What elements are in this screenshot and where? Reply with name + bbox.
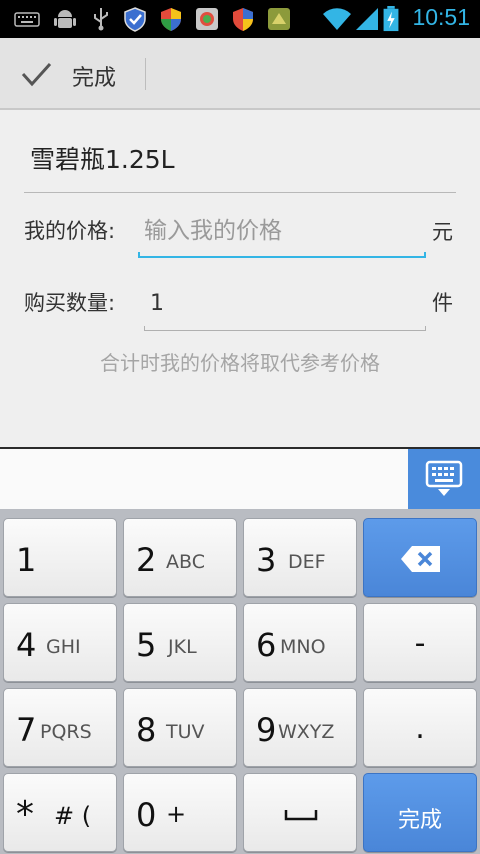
wifi-icon bbox=[323, 8, 351, 30]
key-6[interactable]: 6 MNO bbox=[243, 603, 357, 682]
key-7[interactable]: 7 PQRS bbox=[3, 688, 117, 767]
battery-charging-icon bbox=[383, 6, 399, 32]
price-unit: 元 bbox=[432, 220, 453, 244]
key-9[interactable]: 9 WXYZ bbox=[243, 688, 357, 767]
done-button[interactable]: 完成 bbox=[0, 38, 145, 110]
key-3[interactable]: 3 DEF bbox=[243, 518, 357, 597]
space-key[interactable] bbox=[243, 773, 357, 852]
backspace-icon bbox=[401, 546, 440, 572]
shield-blue-icon bbox=[124, 7, 146, 32]
key-2[interactable]: 2 ABC bbox=[123, 518, 237, 597]
key-1[interactable]: 1 bbox=[3, 518, 117, 597]
status-bar: 10:51 bbox=[0, 0, 480, 38]
keyboard-hide-icon bbox=[425, 460, 463, 496]
product-name: 雪碧瓶1.25L bbox=[30, 145, 175, 174]
key-dot[interactable]: . bbox=[363, 688, 477, 767]
backspace-key[interactable] bbox=[363, 518, 477, 597]
done-label: 完成 bbox=[72, 66, 117, 91]
shield-color-icon bbox=[161, 8, 181, 31]
usb-icon bbox=[94, 8, 108, 31]
price-hint: 合计时我的价格将取代参考价格 bbox=[100, 351, 380, 375]
quantity-input-underline bbox=[144, 326, 426, 331]
clock: 10:51 bbox=[412, 4, 470, 30]
signal-icon bbox=[356, 8, 378, 30]
key-0[interactable]: 0 + bbox=[123, 773, 237, 852]
shield-alert-icon bbox=[233, 8, 253, 31]
android-debug-icon bbox=[54, 10, 76, 28]
keyboard-done-button[interactable]: 完成 bbox=[363, 773, 477, 852]
quantity-unit: 件 bbox=[432, 291, 453, 315]
space-icon bbox=[284, 810, 318, 821]
quantity-label: 购买数量: bbox=[24, 291, 116, 315]
price-input-underline bbox=[138, 252, 426, 258]
price-label: 我的价格: bbox=[24, 219, 116, 243]
numeric-keypad: 1 2 ABC 3 DEF 4 GHI 5 JKL 6 MNO - 7 PQRS 8 TUV … bbox=[0, 509, 480, 854]
divider bbox=[24, 192, 456, 193]
keyboard-switch-button[interactable] bbox=[408, 449, 480, 509]
action-bar-divider bbox=[145, 58, 146, 90]
quantity-input[interactable] bbox=[144, 278, 426, 328]
key-4[interactable]: 4 GHI bbox=[3, 603, 117, 682]
keyboard-icon bbox=[14, 12, 40, 27]
app-icon bbox=[268, 8, 290, 30]
key-symbols[interactable]: * # ( bbox=[3, 773, 117, 852]
key-minus[interactable]: - bbox=[363, 603, 477, 682]
key-8[interactable]: 8 TUV bbox=[123, 688, 237, 767]
action-bar: 完成 bbox=[0, 38, 480, 110]
photo-app-icon bbox=[196, 8, 218, 30]
key-5[interactable]: 5 JKL bbox=[123, 603, 237, 682]
check-icon bbox=[21, 62, 52, 87]
price-input[interactable] bbox=[138, 202, 426, 260]
